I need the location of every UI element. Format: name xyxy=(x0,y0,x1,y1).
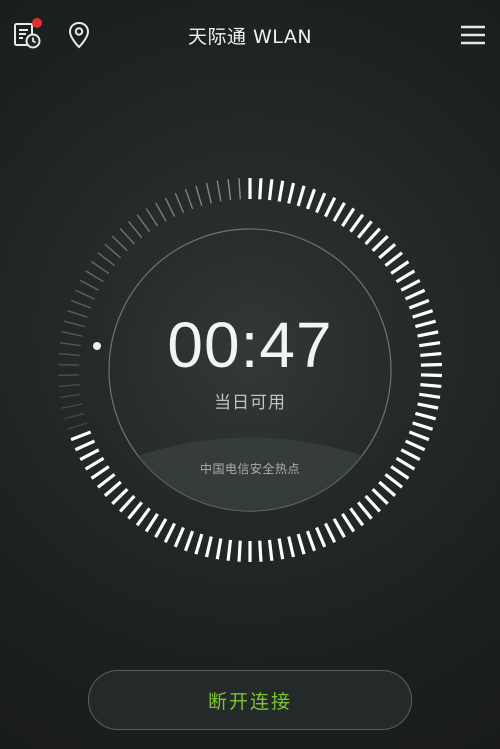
dial-tick xyxy=(173,526,185,548)
dial-tick xyxy=(357,220,373,239)
dial-tick xyxy=(238,178,241,200)
dial-tick xyxy=(103,480,122,497)
dial-tick xyxy=(315,192,327,214)
dial-tick xyxy=(118,494,136,513)
disconnect-button[interactable]: 断开连接 xyxy=(88,670,412,730)
dial-tick xyxy=(154,518,168,538)
dial-tick xyxy=(305,188,317,210)
dial-tick xyxy=(64,412,85,420)
dial-tick xyxy=(400,278,421,292)
dial-tick xyxy=(205,182,212,204)
dial-tick xyxy=(145,208,159,227)
dial-tick xyxy=(408,430,430,442)
hotspot-name: 中国电信安全热点 xyxy=(199,462,300,476)
dial-tick xyxy=(315,526,327,548)
dial-tick xyxy=(349,507,365,527)
dial-tick xyxy=(74,439,96,452)
dial-tick xyxy=(91,261,110,275)
dial-tick xyxy=(111,488,129,505)
dial-tick xyxy=(111,235,128,252)
dial-tick xyxy=(67,422,88,430)
dial-tick xyxy=(194,533,204,555)
dial-tick xyxy=(277,538,285,560)
dial-tick xyxy=(287,536,296,558)
usage-dial: 00:47 当日可用 中国电信安全热点 xyxy=(0,0,500,749)
dial-tick xyxy=(395,269,416,284)
dial-tick xyxy=(357,501,373,520)
dial-tick xyxy=(183,530,195,552)
dial-tick xyxy=(349,213,365,233)
time-remaining: 00:47 xyxy=(167,309,333,381)
dial-tick xyxy=(104,243,122,259)
dial-tick xyxy=(378,243,397,260)
dial-tick xyxy=(267,539,274,561)
dial-tick xyxy=(79,448,100,462)
dial-tick xyxy=(144,512,159,533)
dial-tick xyxy=(227,179,232,201)
dial-tick xyxy=(390,260,410,275)
dial-tick xyxy=(216,180,222,202)
dial-tick xyxy=(135,507,151,527)
time-caption: 当日可用 xyxy=(214,393,286,413)
dial-tick xyxy=(184,188,194,210)
dial-tick xyxy=(164,197,176,217)
dial-tick xyxy=(400,448,421,462)
dial-tick xyxy=(341,512,356,533)
dial-tick xyxy=(305,530,317,552)
dial-tick xyxy=(332,202,346,222)
dial-tick xyxy=(79,279,100,291)
dial-tick xyxy=(412,421,434,431)
dial-tick xyxy=(408,298,430,310)
dial-tick xyxy=(174,192,185,213)
dial-tick xyxy=(97,252,116,267)
dial-tick xyxy=(127,220,143,239)
dial-tick xyxy=(127,501,143,520)
dial-tick xyxy=(58,383,80,388)
dial-tick xyxy=(384,251,404,267)
dial-tick xyxy=(163,522,176,544)
dial-tick xyxy=(70,299,91,309)
dial-tick xyxy=(195,185,203,207)
dial-tick xyxy=(378,480,397,497)
dial-tick xyxy=(414,411,437,421)
dial-tick xyxy=(341,207,356,228)
dial-tick xyxy=(277,180,285,202)
dial-tick xyxy=(136,214,151,233)
dial-tick xyxy=(70,430,92,442)
dial-tick xyxy=(154,202,167,222)
dial-tick xyxy=(296,533,306,555)
dial-tick xyxy=(404,439,426,452)
dial-tick xyxy=(364,227,382,246)
dial-tick xyxy=(258,178,263,200)
dial-tick xyxy=(287,182,296,204)
dial-tick xyxy=(332,518,346,538)
dial-tick xyxy=(267,179,274,201)
dial-tick xyxy=(324,522,337,544)
dial-tick xyxy=(296,185,306,207)
dial-tick xyxy=(404,288,426,301)
dial-tick xyxy=(215,538,223,560)
dial-tick xyxy=(85,270,104,283)
dial-tick xyxy=(371,235,389,252)
dial-tick xyxy=(226,539,233,561)
dial-tick xyxy=(237,540,242,562)
dial-tick xyxy=(119,228,135,245)
dial-tick xyxy=(420,383,442,389)
dial-tick xyxy=(324,196,337,218)
dial-tick xyxy=(364,494,382,513)
dial-tick xyxy=(204,536,213,558)
dial-tick xyxy=(75,289,95,300)
dial-tick xyxy=(258,540,263,562)
dial-tick xyxy=(371,488,389,505)
